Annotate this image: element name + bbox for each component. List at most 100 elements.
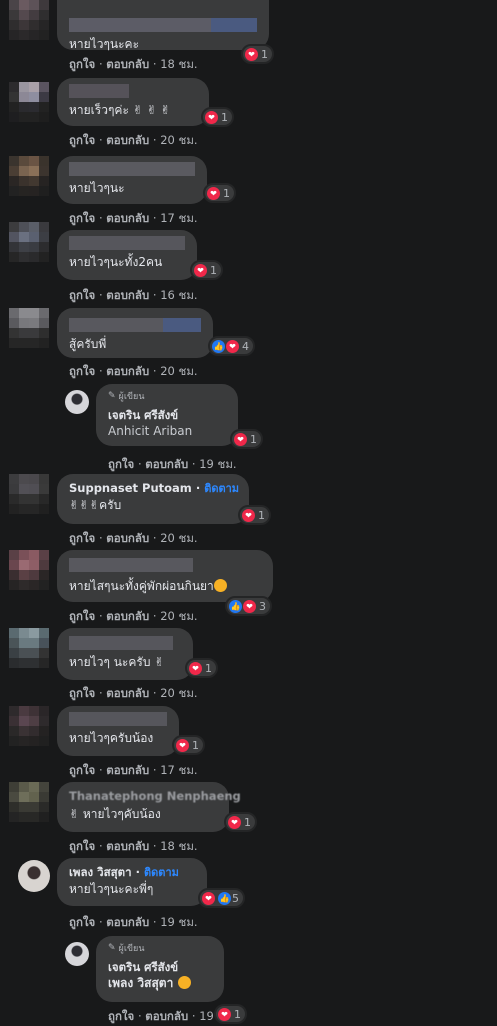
timestamp[interactable]: 20 ชม.	[160, 609, 197, 623]
commenter-name[interactable]: เจตริน ศรีสังข์	[108, 959, 212, 975]
separator: ·	[98, 364, 103, 378]
reply-link[interactable]: ตอบกลับ	[106, 211, 149, 225]
like-link[interactable]: ถูกใจ	[108, 457, 134, 471]
like-link[interactable]: ถูกใจ	[69, 686, 95, 700]
timestamp[interactable]: 19 ชม.	[199, 457, 236, 471]
separator: ·	[98, 839, 103, 853]
commenter-name[interactable]	[69, 84, 197, 98]
reply-link[interactable]: ตอบกลับ	[106, 531, 149, 545]
commenter-name[interactable]	[69, 18, 257, 32]
reply-link[interactable]: ตอบกลับ	[106, 915, 149, 929]
avatar[interactable]	[9, 156, 49, 196]
comment-item: ✎ ผู้เขียน เจตริน ศรีสังข์ Anhicit Ariban…	[0, 384, 497, 472]
heart-reaction-icon: ❤	[218, 1007, 231, 1021]
avatar[interactable]	[9, 628, 49, 668]
reply-link[interactable]: ตอบกลับ	[145, 457, 188, 471]
reaction-count[interactable]: ❤ 1	[214, 1004, 247, 1024]
reaction-count[interactable]: ❤ 👍 5	[198, 888, 245, 908]
like-link[interactable]: ถูกใจ	[69, 839, 95, 853]
avatar[interactable]	[9, 782, 49, 822]
avatar[interactable]	[9, 0, 49, 42]
comment-item: Thanatephong Nenphaeng ✌ หายไวๆคับน้อง ❤…	[0, 782, 497, 860]
mentioned-user-link[interactable]: เพลง วิสสุตา	[108, 976, 173, 990]
like-link[interactable]: ถูกใจ	[69, 133, 95, 147]
reaction-count[interactable]: ❤ 1	[238, 505, 271, 525]
reaction-count[interactable]: ❤ 1	[172, 735, 205, 755]
timestamp[interactable]: 20 ชม.	[160, 531, 197, 545]
reply-link[interactable]: ตอบกลับ	[106, 839, 149, 853]
separator: ·	[152, 211, 157, 225]
author-avatar[interactable]	[65, 942, 89, 966]
comment-bubble: หายไวๆนะทั้ง2คน	[57, 230, 197, 280]
separator: ·	[152, 915, 157, 929]
reaction-count[interactable]: ❤ 1	[224, 812, 257, 832]
reply-link[interactable]: ตอบกลับ	[106, 57, 149, 71]
avatar[interactable]	[9, 474, 49, 514]
like-link[interactable]: ถูกใจ	[69, 57, 95, 71]
commenter-name[interactable]	[69, 558, 261, 572]
like-reaction-icon: 👍	[229, 599, 242, 613]
reaction-count[interactable]: 👍 ❤ 3	[225, 596, 272, 616]
timestamp[interactable]: 17 ชม.	[160, 211, 197, 225]
author-avatar[interactable]	[65, 390, 89, 414]
comment-text-body: หายไสๆนะทั้งคู่พักผ่อนกินยา	[69, 579, 214, 593]
commenter-name[interactable]: เจตริน ศรีสังข์	[108, 407, 226, 423]
reply-link[interactable]: ตอบกลับ	[106, 364, 149, 378]
separator: ·	[98, 609, 103, 623]
reaction-count[interactable]: 👍 ❤ 4	[208, 336, 255, 356]
avatar[interactable]	[9, 550, 49, 590]
reaction-count[interactable]: ❤ 1	[230, 429, 263, 449]
like-link[interactable]: ถูกใจ	[69, 531, 95, 545]
separator: ·	[152, 288, 157, 302]
comment-item: Suppnaset Putoam · ติดตาม ✌✌✌ครับ ❤ 1 ถูก…	[0, 474, 497, 552]
reaction-count[interactable]: ❤ 1	[203, 183, 236, 203]
reply-link[interactable]: ตอบกลับ	[106, 133, 149, 147]
reply-link[interactable]: ตอบกลับ	[106, 609, 149, 623]
timestamp[interactable]: 17 ชม.	[160, 763, 197, 777]
timestamp[interactable]: 18 ชม.	[160, 57, 197, 71]
heart-reaction-icon: ❤	[226, 339, 239, 353]
commenter-name[interactable]	[69, 712, 167, 726]
reaction-count[interactable]: ❤ 1	[241, 44, 274, 64]
commenter-name[interactable]	[69, 236, 185, 250]
reply-link[interactable]: ตอบกลับ	[106, 288, 149, 302]
like-link[interactable]: ถูกใจ	[69, 915, 95, 929]
follow-button[interactable]: ติดตาม	[204, 482, 239, 495]
reply-link[interactable]: ตอบกลับ	[106, 686, 149, 700]
like-link[interactable]: ถูกใจ	[69, 211, 95, 225]
reply-link[interactable]: ตอบกลับ	[106, 763, 149, 777]
reaction-count[interactable]: ❤ 1	[190, 260, 223, 280]
comment-item: หายไสๆนะทั้งคู่พักผ่อนกินยา 👍 ❤ 3 ถูกใจ · …	[0, 550, 497, 628]
commenter-name[interactable]	[69, 636, 181, 650]
like-link[interactable]: ถูกใจ	[69, 609, 95, 623]
timestamp[interactable]: 18 ชม.	[160, 839, 197, 853]
comment-actions: ถูกใจ · ตอบกลับ · 19 ชม.	[69, 914, 198, 932]
like-link[interactable]: ถูกใจ	[108, 1009, 134, 1023]
avatar[interactable]	[18, 860, 50, 892]
timestamp[interactable]: 20 ชม.	[160, 364, 197, 378]
avatar[interactable]	[9, 706, 49, 746]
avatar[interactable]	[9, 82, 49, 122]
commenter-name[interactable]: Thanatephong Nenphaeng	[69, 788, 241, 804]
follow-button[interactable]: ติดตาม	[144, 866, 179, 879]
like-link[interactable]: ถูกใจ	[69, 288, 95, 302]
timestamp[interactable]: 20 ชม.	[160, 686, 197, 700]
comment-bubble: ✎ ผู้เขียน เจตริน ศรีสังข์ เพลง วิสสุตา	[96, 936, 224, 1002]
commenter-name[interactable]	[69, 162, 195, 176]
avatar[interactable]	[9, 222, 49, 262]
comment-text: ✌✌✌ครับ	[69, 498, 122, 512]
reply-link[interactable]: ตอบกลับ	[145, 1009, 188, 1023]
reaction-count[interactable]: ❤ 1	[201, 107, 234, 127]
timestamp[interactable]: 16 ชม.	[160, 288, 197, 302]
like-link[interactable]: ถูกใจ	[69, 364, 95, 378]
reaction-count[interactable]: ❤ 1	[185, 658, 218, 678]
like-link[interactable]: ถูกใจ	[69, 763, 95, 777]
commenter-name-link[interactable]: เพลง วิสสุตา	[69, 865, 132, 879]
timestamp[interactable]: 20 ชม.	[160, 133, 197, 147]
commenter-name[interactable]	[69, 318, 201, 332]
timestamp[interactable]: 19 ชม.	[160, 915, 197, 929]
heart-reaction-icon: ❤	[228, 815, 241, 829]
separator: ·	[152, 531, 157, 545]
avatar[interactable]	[9, 308, 49, 348]
commenter-name-link[interactable]: Suppnaset Putoam	[69, 481, 192, 495]
